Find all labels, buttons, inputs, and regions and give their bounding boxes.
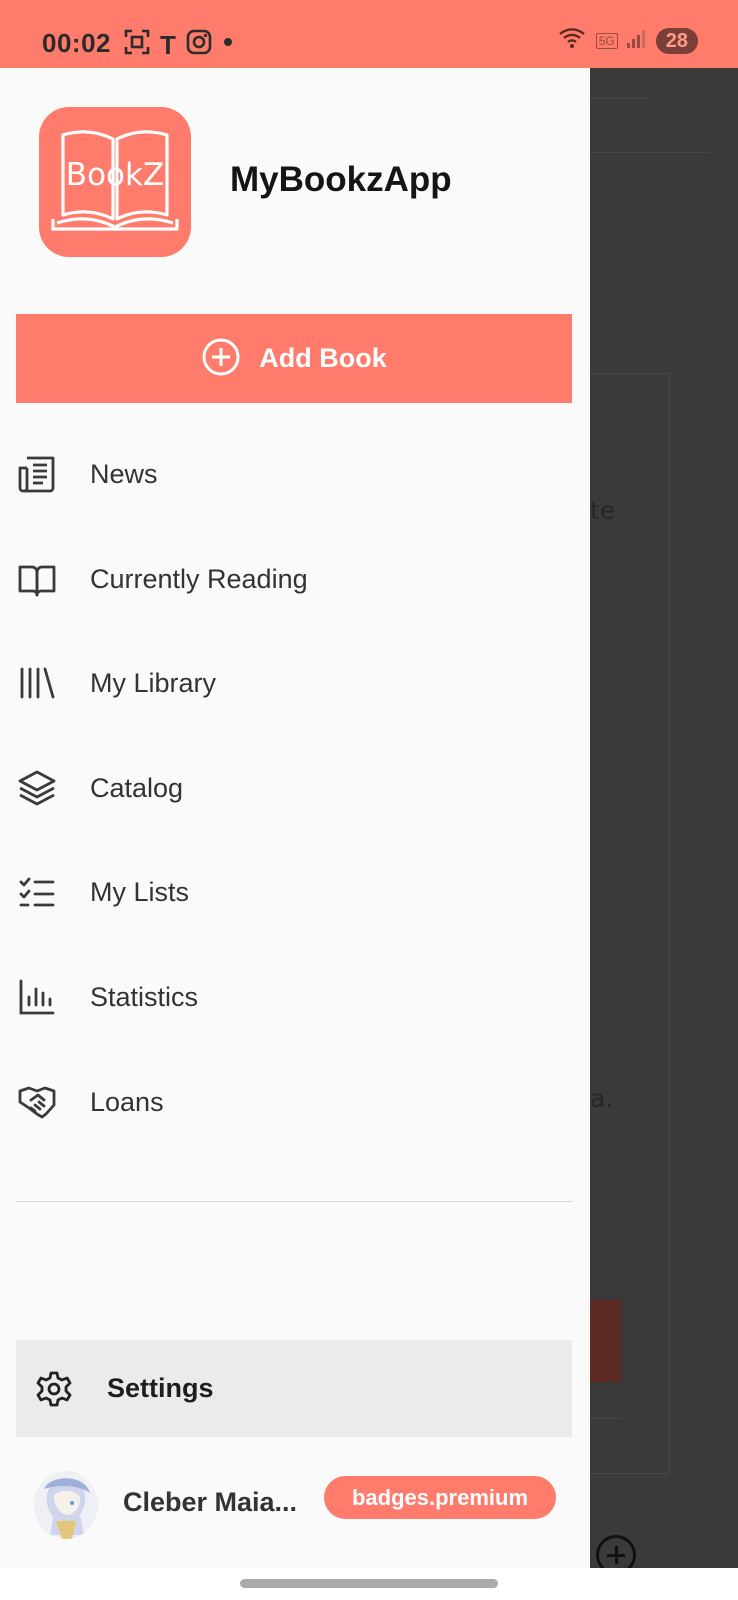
- network-type: 5G: [595, 32, 618, 49]
- menu-label: My Library: [90, 667, 217, 698]
- battery-indicator: 28: [655, 27, 698, 54]
- library-icon: [16, 662, 58, 704]
- bar-chart-icon: [16, 976, 58, 1018]
- menu-item-catalog[interactable]: Catalog: [0, 738, 590, 838]
- plus-circle-icon: [201, 337, 241, 380]
- bg-divider: [669, 373, 670, 1473]
- avatar[interactable]: [34, 1471, 98, 1539]
- menu-item-news[interactable]: News: [0, 424, 590, 524]
- wifi-icon: [558, 26, 588, 55]
- screenshot-icon: [124, 29, 150, 60]
- menu-label: Statistics: [90, 981, 199, 1012]
- status-time: 00:02: [42, 28, 111, 58]
- open-book-icon: [16, 558, 58, 600]
- gear-icon: [34, 1369, 74, 1409]
- bg-text-fragment: te: [590, 496, 616, 525]
- bg-divider: [590, 373, 670, 374]
- home-indicator[interactable]: [240, 1579, 498, 1588]
- status-left-icons: T: [124, 29, 234, 60]
- menu-item-currently-reading[interactable]: Currently Reading: [0, 529, 590, 629]
- handshake-icon: [16, 1081, 58, 1123]
- layers-icon: [16, 767, 58, 809]
- app-logo: BookZ: [39, 107, 191, 257]
- menu-label: My Lists: [90, 876, 190, 907]
- bg-divider: [590, 152, 710, 153]
- instagram-icon: [186, 29, 212, 60]
- menu-label: Currently Reading: [90, 563, 308, 594]
- menu-item-statistics[interactable]: Statistics: [0, 947, 590, 1047]
- menu-label: Loans: [90, 1086, 164, 1117]
- status-bar: 00:02 T 5G 28: [0, 0, 738, 68]
- menu-item-loans[interactable]: Loans: [0, 1052, 590, 1152]
- menu-item-my-library[interactable]: My Library: [0, 633, 590, 733]
- premium-badge: badges.premium: [324, 1476, 556, 1519]
- user-profile: Cleber Maia... badges.premium: [0, 1453, 590, 1558]
- status-right-icons: 5G 28: [558, 26, 698, 55]
- settings-item[interactable]: Settings: [16, 1340, 572, 1437]
- add-book-label: Add Book: [259, 343, 387, 373]
- bg-divider: [590, 1418, 622, 1419]
- app-title: MyBookzApp: [230, 160, 452, 199]
- bg-text-fragment: a.: [590, 1084, 614, 1113]
- settings-label: Settings: [107, 1373, 214, 1403]
- bg-divider: [590, 1473, 670, 1474]
- signal-icon: [626, 27, 648, 54]
- navigation-drawer: BookZ MyBookzApp Add Book News Currently…: [0, 68, 590, 1568]
- user-name: Cleber Maia...: [123, 1487, 298, 1517]
- newspaper-icon: [16, 453, 58, 495]
- menu-label: News: [90, 458, 158, 489]
- add-book-button[interactable]: Add Book: [16, 314, 572, 403]
- bg-divider: [590, 98, 650, 99]
- menu-item-my-lists[interactable]: My Lists: [0, 842, 590, 942]
- logo-text: BookZ: [66, 157, 164, 193]
- drawer-divider: [16, 1201, 572, 1202]
- checklist-icon: [16, 871, 58, 913]
- bg-button: [588, 1300, 621, 1382]
- t-icon: T: [160, 29, 176, 60]
- menu-label: Catalog: [90, 772, 184, 803]
- dot-icon: [222, 29, 234, 60]
